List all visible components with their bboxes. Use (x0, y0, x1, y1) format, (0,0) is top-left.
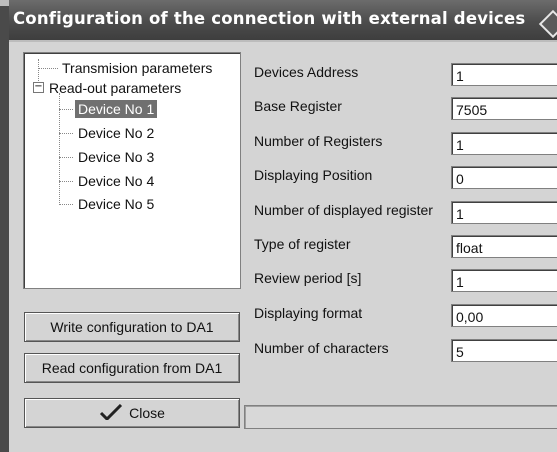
write-config-button[interactable]: Write configuration to DA1 (24, 312, 240, 342)
write-config-label: Write configuration to DA1 (50, 319, 214, 335)
review-period-input[interactable]: 1 (451, 269, 557, 292)
label-number-of-characters: Number of characters (254, 340, 389, 356)
label-type-of-register: Type of register (254, 236, 351, 252)
tree-connector (59, 109, 73, 110)
tree-item-readout[interactable]: Read-out parameters (49, 79, 181, 97)
tree-item-device-3[interactable]: Device No 3 (78, 148, 154, 166)
title-separator (9, 40, 557, 42)
number-of-characters-input[interactable]: 5 (451, 339, 557, 362)
tree-connector (38, 68, 58, 69)
device-tree[interactable]: Transmision parameters − Read-out parame… (23, 52, 241, 289)
status-bar (244, 405, 557, 429)
read-config-label: Read configuration from DA1 (41, 360, 223, 376)
window-title: Configuration of the connection with ext… (13, 9, 526, 28)
read-config-button[interactable]: Read configuration from DA1 (24, 353, 240, 383)
number-of-displayed-register-input[interactable]: 1 (451, 201, 557, 224)
tree-connector (59, 181, 73, 182)
displaying-format-input[interactable]: 0,00 (451, 304, 557, 327)
label-displaying-position: Displaying Position (254, 167, 373, 183)
close-label: Close (129, 405, 165, 421)
check-icon (99, 403, 123, 423)
tree-item-device-1[interactable]: Device No 1 (75, 100, 158, 118)
label-displaying-format: Displaying format (254, 305, 363, 321)
diamond-icon (538, 9, 557, 39)
base-register-input[interactable]: 7505 (451, 97, 557, 120)
titlebar[interactable]: Configuration of the connection with ext… (9, 0, 557, 40)
tree-item-device-4[interactable]: Device No 4 (78, 172, 154, 190)
close-button[interactable]: Close (24, 398, 240, 428)
tree-connector (59, 204, 73, 205)
config-dialog: Configuration of the connection with ext… (9, 0, 557, 452)
tree-connector (59, 133, 73, 134)
background-left-strip (0, 0, 9, 452)
collapse-icon[interactable]: − (33, 82, 44, 93)
number-of-registers-input[interactable]: 1 (451, 132, 557, 155)
displaying-position-input[interactable]: 0 (451, 166, 557, 189)
label-base-register: Base Register (254, 98, 342, 114)
tree-item-device-5[interactable]: Device No 5 (78, 195, 154, 213)
background-tick (0, 0, 9, 6)
label-review-period: Review period [s] (254, 270, 362, 286)
label-number-of-displayed-register: Number of displayed register (254, 202, 433, 218)
label-devices-address: Devices Address (254, 64, 359, 80)
label-number-of-registers: Number of Registers (254, 133, 383, 149)
type-of-register-input[interactable]: float (451, 235, 557, 258)
tree-item-transmission[interactable]: Transmision parameters (62, 59, 212, 77)
tree-item-device-2[interactable]: Device No 2 (78, 124, 154, 142)
tree-connector (59, 157, 73, 158)
devices-address-input[interactable]: 1 (451, 63, 557, 86)
